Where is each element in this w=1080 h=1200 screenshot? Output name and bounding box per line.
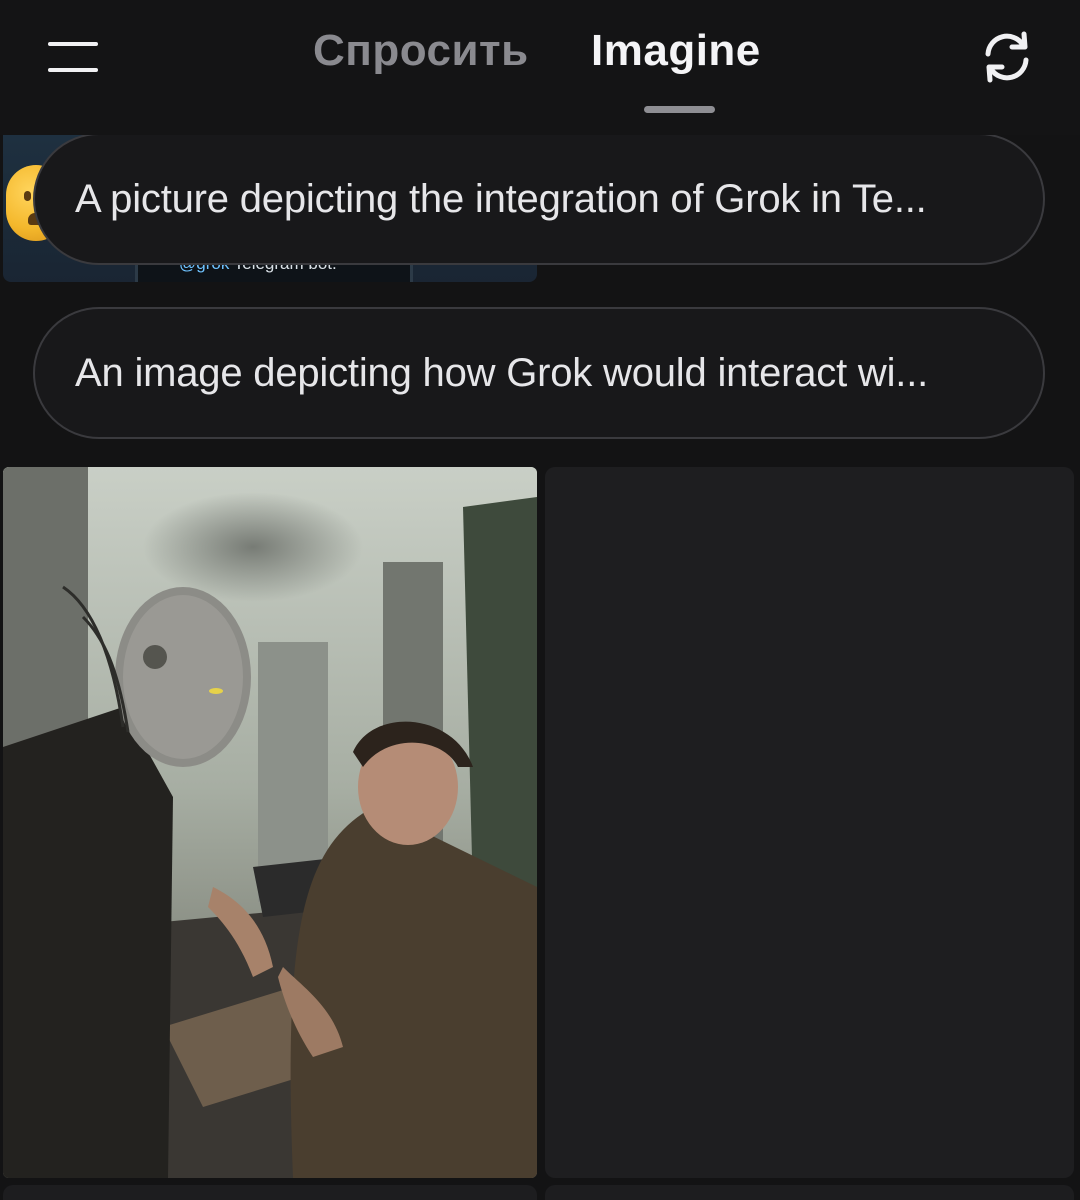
tab-imagine[interactable]: Imagine (591, 26, 761, 76)
top-bar: Спросить Imagine (0, 0, 1080, 135)
prompt-chip-text: A picture depicting the integration of G… (75, 177, 927, 221)
next-image-card[interactable] (545, 1185, 1074, 1200)
active-tab-indicator (644, 106, 715, 113)
image-feed: @grok Telegram bot. A picture depicting … (0, 133, 1080, 1200)
prompt-chip-interaction[interactable]: An image depicting how Grok would intera… (33, 307, 1045, 439)
generated-image-robot-and-boy[interactable] (3, 467, 537, 1178)
tab-ask[interactable]: Спросить (313, 26, 529, 76)
prompt-chip-telegram[interactable]: A picture depicting the integration of G… (33, 133, 1045, 265)
imagine-screen: Спросить Imagine @grok Telegram bot. (0, 0, 1080, 1200)
next-image-card[interactable] (3, 1185, 537, 1200)
hamburger-menu-icon[interactable] (48, 40, 102, 74)
refresh-icon[interactable] (978, 28, 1036, 86)
image-loading-placeholder[interactable] (545, 467, 1074, 1178)
prompt-chip-text: An image depicting how Grok would intera… (75, 351, 929, 395)
